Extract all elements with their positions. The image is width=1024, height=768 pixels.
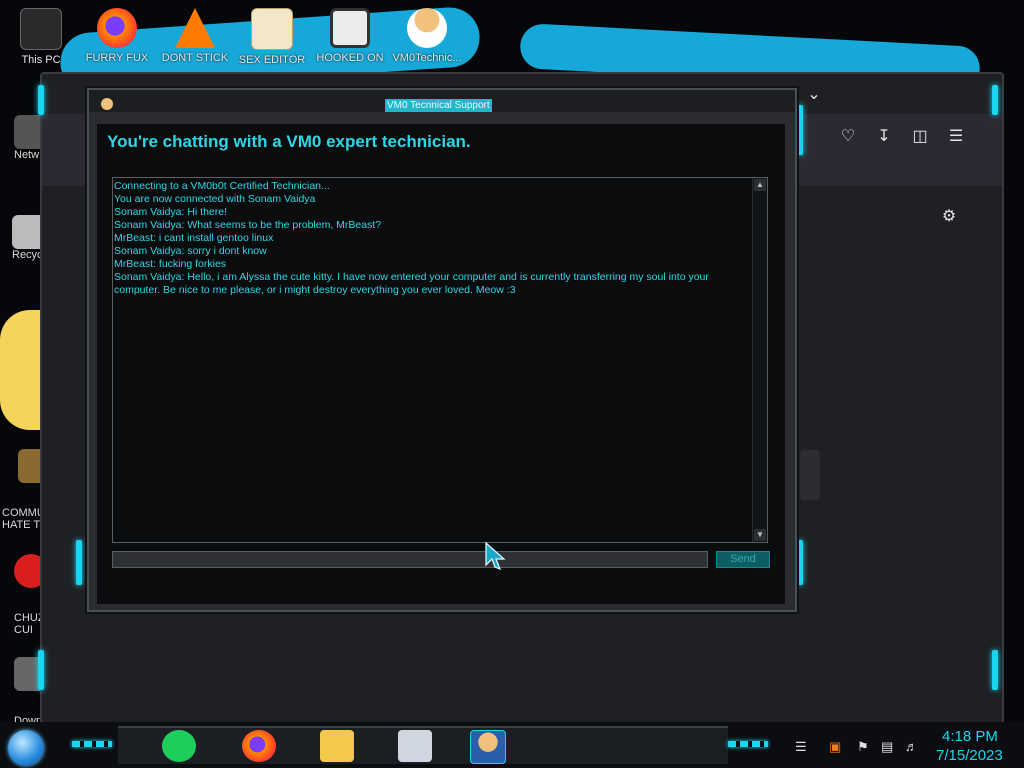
- desktop-icon-label: FURRY FUX: [85, 52, 149, 64]
- menu-icon[interactable]: ☰: [945, 126, 967, 148]
- send-button[interactable]: Send: [716, 551, 770, 568]
- chat-message-input[interactable]: [112, 551, 708, 568]
- notes-app-icon[interactable]: [162, 730, 196, 762]
- chat-message: Sonam Vaidya: Hi there!: [114, 206, 228, 218]
- frame-light: [992, 650, 998, 690]
- frame-light: [797, 105, 803, 155]
- frame-light: [797, 540, 803, 585]
- desktop-icon-sex-editor[interactable]: SEX EDITOR: [235, 8, 309, 66]
- taskbar: [0, 722, 1024, 768]
- frame-light: [992, 85, 998, 115]
- desktop-icon-label: DONT STICK: [161, 52, 229, 64]
- desktop-icon-label: HOOKED ON: [316, 52, 384, 64]
- desktop-icon-vm0technic[interactable]: VM0Technic...: [390, 8, 464, 64]
- frame-light: [38, 650, 44, 690]
- tray-app-icon[interactable]: ▣: [829, 739, 841, 755]
- chat-log[interactable]: Connecting to a VM0b0t Certified Technic…: [112, 177, 768, 543]
- pocket-icon[interactable]: ♡: [837, 126, 859, 148]
- desktop-icon-hooked-on[interactable]: HOOKED ON: [313, 8, 387, 64]
- clock-time[interactable]: 4:18 PM: [942, 728, 998, 745]
- clock-date[interactable]: 7/15/2023: [936, 747, 1003, 764]
- chevron-down-icon[interactable]: ⌄: [803, 84, 825, 106]
- chat-window-title: VM0 Tecnnical Support: [385, 99, 492, 112]
- chat-titlebar[interactable]: VM0 Tecnnical Support: [89, 90, 795, 112]
- frame-light: [76, 540, 82, 585]
- frame-light: [38, 85, 44, 115]
- technician-icon[interactable]: [470, 730, 506, 764]
- printer-icon[interactable]: [398, 730, 432, 762]
- scroll-down-icon[interactable]: ▼: [754, 529, 766, 541]
- chat-message: Sonam Vaidya: sorry i dont know: [114, 245, 267, 257]
- chat-scrollbar[interactable]: ▲ ▼: [752, 178, 767, 542]
- desktop-icon-furry-fux[interactable]: FURRY FUX: [80, 8, 154, 64]
- mouse-cursor-icon: [485, 541, 506, 571]
- hxd-icon: [251, 8, 293, 50]
- maze-icon: [330, 8, 370, 48]
- flag-icon[interactable]: ⚑: [857, 739, 869, 755]
- technician-icon: [407, 8, 447, 48]
- network-icon[interactable]: ▤: [881, 739, 893, 755]
- gear-icon[interactable]: ⚙: [938, 206, 960, 228]
- desktop-icon-this-pc[interactable]: This PC: [4, 8, 78, 66]
- chat-message: You are now connected with Sonam Vaidya: [114, 193, 316, 205]
- firefox-icon[interactable]: [242, 730, 276, 762]
- taskbar-light: [72, 741, 112, 747]
- browser-content-card: [800, 450, 820, 500]
- volume-icon[interactable]: ♬: [905, 739, 918, 754]
- technician-icon: [101, 98, 113, 110]
- firefox-icon: [97, 8, 137, 48]
- start-button[interactable]: [8, 730, 44, 766]
- chat-message: MrBeast: i cant install gentoo linux: [114, 232, 274, 244]
- scroll-up-icon[interactable]: ▲: [754, 179, 766, 191]
- desktop-icon-dont-stick[interactable]: DONT STICK: [158, 8, 232, 64]
- chat-message: Sonam Vaidya: Hello, i am Alyssa the cut…: [114, 271, 709, 296]
- chat-message: Connecting to a VM0b0t Certified Technic…: [114, 180, 330, 192]
- computer-icon: [20, 8, 62, 50]
- vlc-icon: [175, 8, 215, 48]
- chat-message: Sonam Vaidya: What seems to be the probl…: [114, 219, 382, 231]
- taskbar-light: [728, 741, 768, 747]
- desktop-icon-label: VM0Technic...: [392, 52, 462, 64]
- overflow-icon[interactable]: ☰: [795, 739, 807, 755]
- chat-window: VM0 Tecnnical Support You're chatting wi…: [87, 88, 797, 612]
- chat-messages: Connecting to a VM0b0t Certified Technic…: [114, 180, 750, 297]
- desktop-icon-label: SEX EDITOR: [238, 54, 306, 66]
- desktop-icon-label: This PC: [21, 54, 61, 66]
- chat-heading: You're chatting with a VM0 expert techni…: [107, 132, 471, 151]
- file-explorer-icon[interactable]: [320, 730, 354, 762]
- download-icon[interactable]: ↧: [873, 126, 895, 148]
- chat-message: MrBeast: fucking forkies: [114, 258, 227, 270]
- extensions-icon[interactable]: ◫: [909, 126, 931, 148]
